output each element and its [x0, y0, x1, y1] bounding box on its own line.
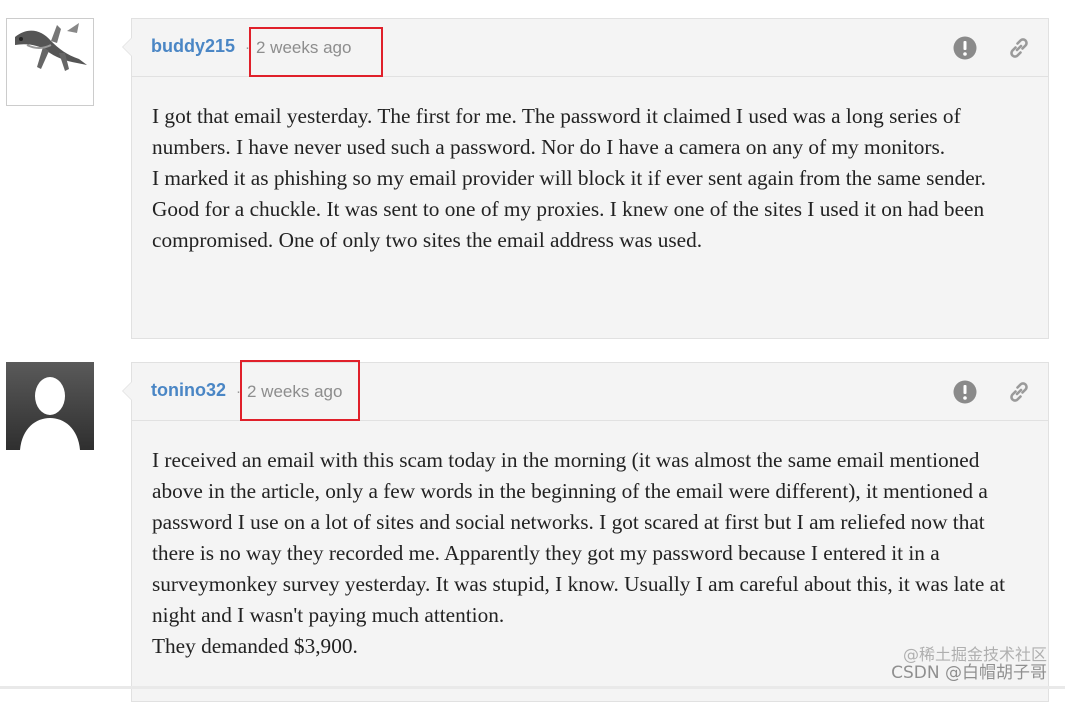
- watermark-line-1: @稀土掘金技术社区: [902, 645, 1047, 664]
- comment-paragraph: I marked it as phishing so my email prov…: [152, 166, 986, 252]
- default-user-avatar-icon: [6, 362, 94, 450]
- watermark: @稀土掘金技术社区 CSDN @白帽胡子哥: [891, 645, 1047, 683]
- alert-icon: [953, 36, 977, 60]
- comment-body: I received an email with this scam today…: [132, 421, 1048, 662]
- highlight-box: [240, 360, 360, 421]
- report-button[interactable]: [952, 379, 978, 405]
- comment-paragraph: I got that email yesterday. The first fo…: [152, 104, 961, 159]
- username-link[interactable]: buddy215: [151, 36, 235, 57]
- comment-paragraph: I received an email with this scam today…: [152, 448, 1006, 627]
- comment-body: I got that email yesterday. The first fo…: [132, 77, 1048, 256]
- avatar[interactable]: [6, 362, 94, 450]
- report-button[interactable]: [952, 35, 978, 61]
- permalink-button[interactable]: [1006, 379, 1032, 405]
- avatar[interactable]: [6, 18, 94, 106]
- watermark-line-2: CSDN @白帽胡子哥: [891, 663, 1047, 683]
- username-link[interactable]: tonino32: [151, 380, 226, 401]
- link-icon: [1010, 382, 1028, 402]
- permalink-button[interactable]: [1006, 35, 1032, 61]
- dragon-avatar-icon: [7, 19, 93, 75]
- link-icon: [1010, 38, 1028, 58]
- highlight-box: [249, 27, 383, 77]
- alert-icon: [953, 380, 977, 404]
